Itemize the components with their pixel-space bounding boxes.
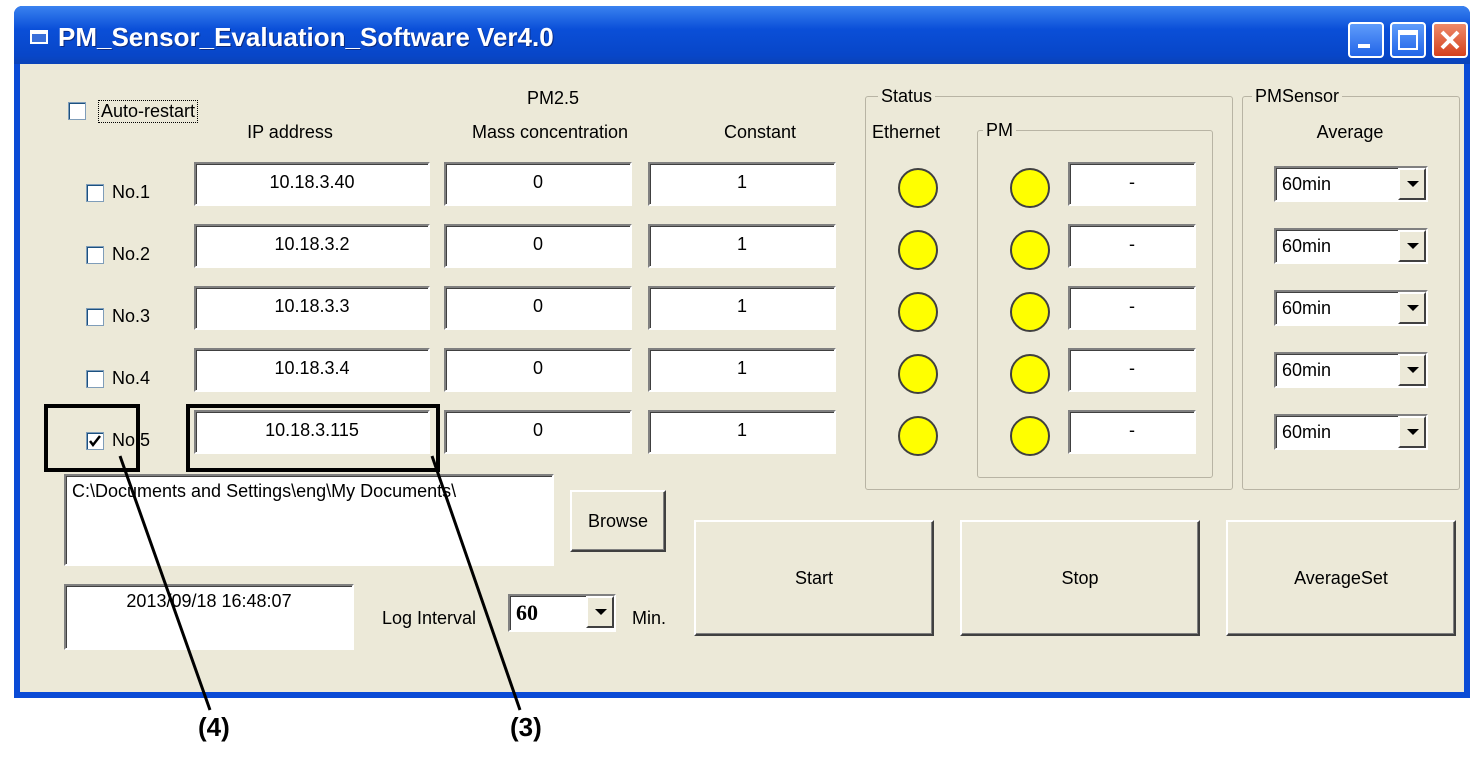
callout-line-4 [118, 455, 212, 711]
callout-line-3 [430, 455, 522, 711]
callout-label-3: (3) [510, 712, 542, 742]
callout-label-4: (4) [198, 712, 230, 742]
callout-leader-lines [118, 455, 522, 711]
